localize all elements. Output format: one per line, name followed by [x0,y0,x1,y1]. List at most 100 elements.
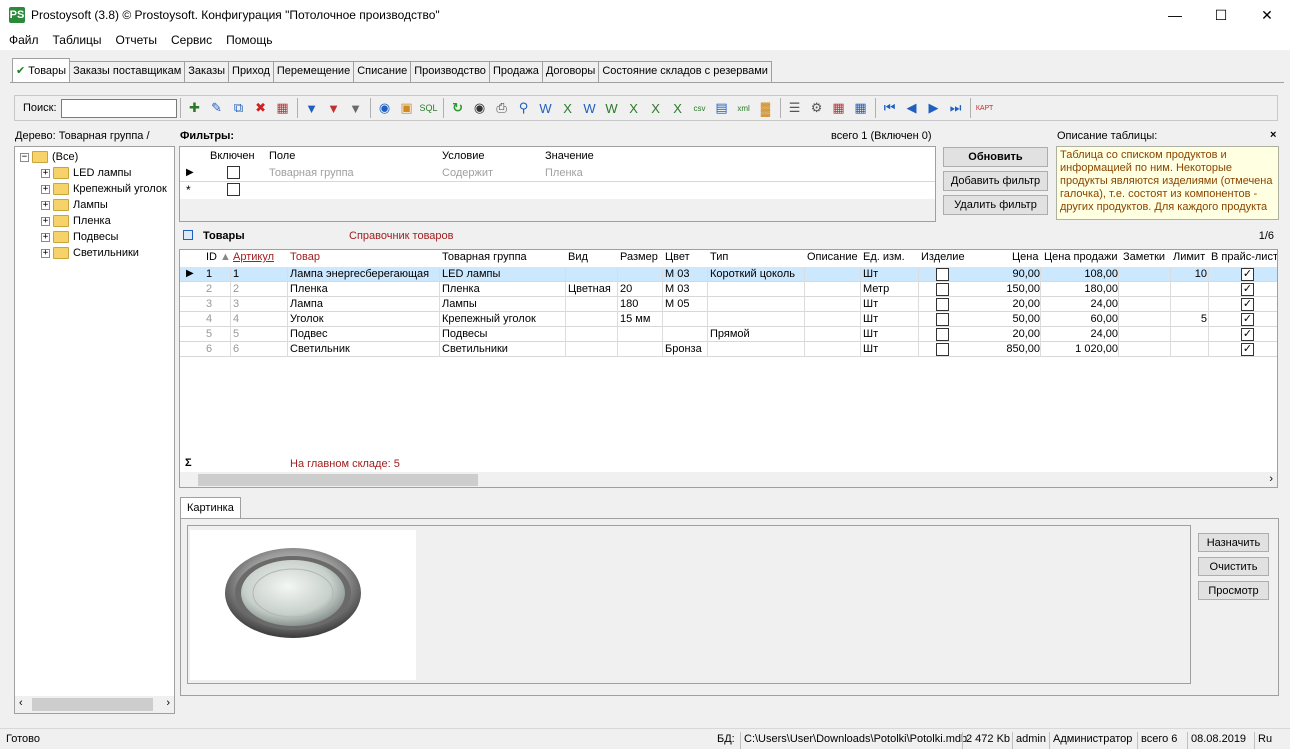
remove-filter-button[interactable]: Удалить фильтр [943,195,1048,215]
cell-article[interactable]: 6 [233,343,239,355]
tree-item-hangers[interactable]: + Подвесы [41,229,118,245]
col-id[interactable]: ID ▲ [206,251,231,266]
cell-article[interactable]: 2 [233,283,239,295]
menu-help[interactable]: Помощь [219,33,279,47]
cell-name[interactable]: Пленка [290,283,328,295]
col-sale-price[interactable]: Цена продажи [1044,251,1118,266]
cell-sale_price[interactable]: 24,00 [1090,298,1118,310]
export-xml-icon[interactable]: xml [734,98,754,118]
tab-orders[interactable]: Заказы [184,61,230,82]
assign-button[interactable]: Назначить [1198,533,1269,552]
export-excel-icon[interactable]: X [558,98,578,118]
cell-group[interactable]: Пленка [442,283,480,295]
filter-add-icon[interactable]: ▼ [302,98,322,118]
menu-reports[interactable]: Отчеты [109,33,164,47]
cell-price[interactable]: 90,00 [1012,268,1040,280]
cell-price[interactable]: 150,00 [1006,283,1040,295]
cell-group[interactable]: Крепежный уголок [442,313,536,325]
tab-sale[interactable]: Продажа [488,61,543,82]
columns-icon[interactable]: ☰ [785,98,805,118]
product-checkbox[interactable] [936,283,949,296]
cell-sale_price[interactable]: 180,00 [1084,283,1118,295]
cell-size[interactable]: 20 [620,283,632,295]
add-record-icon[interactable]: ✚ [185,98,205,118]
cell-type[interactable]: Прямой [710,328,750,340]
export-txt-icon[interactable]: ▤ [712,98,732,118]
product-checkbox[interactable] [936,298,949,311]
expand-icon[interactable]: + [41,184,50,194]
new-filter-checkbox[interactable] [227,183,240,196]
copy-icon[interactable]: ⧉ [229,98,249,118]
filter-condition[interactable]: Содержит [442,167,493,179]
expand-icon[interactable]: + [41,200,50,210]
cell-limit[interactable]: 10 [1195,268,1207,280]
tab-picture[interactable]: Картинка [180,497,241,519]
tab-goods[interactable]: ✔ Товары [12,58,71,82]
cell-name[interactable]: Лампа [290,298,323,310]
table-row[interactable]: 4 4 Уголок Крепежный уголок 15 мм Шт 50,00 60,0… [180,312,1277,327]
col-type[interactable]: Тип [710,251,728,266]
tab-production[interactable]: Производство [410,61,490,82]
col-limit[interactable]: Лимит [1173,251,1205,266]
scroll-right-icon[interactable]: › [1269,473,1273,485]
pricelist-checkbox[interactable]: ✓ [1241,328,1254,341]
cell-price[interactable]: 850,00 [1006,343,1040,355]
card-icon[interactable]: КАРТ [975,98,995,118]
tree-item-bracket[interactable]: + Крепежный уголок [41,181,167,197]
next-record-icon[interactable]: ▶ [924,98,944,118]
cell-kind[interactable]: Цветная [568,283,611,295]
col-notes[interactable]: Заметки [1123,251,1165,266]
cell-unit[interactable]: Шт [863,328,878,340]
cell-id[interactable]: 4 [206,313,212,325]
cell-id[interactable]: 1 [206,268,212,280]
cell-color[interactable]: М 05 [665,298,689,310]
tab-writeoff[interactable]: Списание [353,61,412,82]
col-name[interactable]: Товар [290,251,320,266]
pricelist-checkbox[interactable]: ✓ [1241,298,1254,311]
cell-group[interactable]: Подвесы [442,328,487,340]
menu-file[interactable]: Файл [0,33,46,47]
maximize-button[interactable]: ☐ [1198,0,1244,30]
find-icon[interactable]: ◉ [470,98,490,118]
table-row[interactable]: 2 2 Пленка Пленка Цветная 20 М 03 Метр 150,00 180… [180,282,1277,297]
sql-icon[interactable]: SQL [419,98,439,118]
cell-article[interactable]: 3 [233,298,239,310]
cell-sale_price[interactable]: 1 020,00 [1075,343,1118,355]
expand-icon[interactable]: + [41,232,50,242]
col-unit[interactable]: Ед. изм. [863,251,905,266]
tree-item-film[interactable]: + Пленка [41,213,111,229]
grid-icon[interactable]: ▦ [829,98,849,118]
cell-color[interactable]: Бронза [665,343,702,355]
view-button[interactable]: Просмотр [1198,581,1269,600]
filter-clear-icon[interactable]: ▼ [346,98,366,118]
col-size[interactable]: Размер [620,251,658,266]
view-filter-icon[interactable]: ◉ [375,98,395,118]
edit-icon[interactable]: ✎ [207,98,227,118]
first-record-icon[interactable]: ⏮ [880,98,900,118]
cell-unit[interactable]: Шт [863,298,878,310]
cell-price[interactable]: 20,00 [1012,328,1040,340]
cell-color[interactable]: М 03 [665,268,689,280]
tab-contracts[interactable]: Договоры [541,61,600,82]
cell-id[interactable]: 5 [206,328,212,340]
cell-sale_price[interactable]: 108,00 [1084,268,1118,280]
cell-color[interactable]: М 03 [665,283,689,295]
cell-name[interactable]: Уголок [290,313,324,325]
cell-group[interactable]: Лампы [442,298,477,310]
cell-article[interactable]: 5 [233,328,239,340]
filter-remove-icon[interactable]: ▼ [324,98,344,118]
chart-icon[interactable]: ▓ [756,98,776,118]
description-close-icon[interactable]: × [1270,129,1276,141]
table-row[interactable]: 5 5 Подвес Подвесы Прямой Шт 20,00 24,00 ✓ [180,327,1277,342]
last-record-icon[interactable]: ⏭ [946,98,966,118]
filter-field[interactable]: Товарная группа [269,167,354,179]
cell-price[interactable]: 50,00 [1012,313,1040,325]
cell-size[interactable]: 15 мм [620,313,650,325]
pricelist-checkbox[interactable]: ✓ [1241,313,1254,326]
cell-name[interactable]: Подвес [290,328,328,340]
refresh-button[interactable]: Обновить [943,147,1048,167]
settings-icon[interactable]: ⚙ [807,98,827,118]
search-input[interactable] [60,98,177,118]
filter-value[interactable]: Пленка [545,167,583,179]
col-pricelist[interactable]: В прайс-лист [1211,251,1277,266]
